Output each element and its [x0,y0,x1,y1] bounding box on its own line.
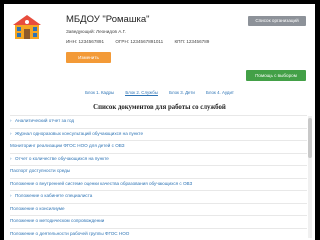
org-list-button[interactable]: Список организаций [248,16,306,26]
document-list: › Аналитический отчет за год › Журнал одно… [10,115,307,240]
document-row[interactable]: Мониторинг реализации ФГОС НОО для детей… [10,140,307,153]
document-row[interactable]: › Отчет о количестве обучающихся на пункт… [10,152,307,166]
kpp-value: КПП: 123456789 [174,39,210,44]
head-info: Заведующий: Леонидов А.Г. [66,29,126,34]
section-title: Список документов для работы со службой [93,104,226,111]
help-button[interactable]: Помощь с выбором [246,70,306,81]
school-building-icon [13,15,41,39]
block-tabs: Блок 1. Кадры Блок 2. Службы Блок 3. Дет… [4,90,315,96]
document-row[interactable]: Положение о деятельности рабочей группы … [10,227,307,240]
document-row[interactable]: › Журнал одноразовых консультаций обучающ… [10,127,307,141]
tab-block-3[interactable]: Блок 3. Дети [169,90,195,95]
tab-block-2[interactable]: Блок 2. Службы [125,90,158,96]
change-button[interactable]: Изменить [66,52,111,63]
org-requisites: ИНН: 1234567891 ОГРН: 1234567891011 КПП:… [66,39,219,44]
scrollbar-thumb[interactable] [308,118,312,158]
org-name: МБДОУ "Ромашка" [66,14,150,25]
document-row[interactable]: › Положение о кабинете специалиста [10,190,307,203]
document-row[interactable]: Положение о консилиуме [10,202,307,216]
document-row[interactable]: Паспорт доступности среды [10,165,307,178]
document-row[interactable]: Положение о методическом сопровождении [10,215,307,228]
tab-block-4[interactable]: Блок 4. Аудит [206,90,234,95]
document-row[interactable]: › Аналитический отчет за год [10,115,307,128]
main-panel: МБДОУ "Ромашка" Заведующий: Леонидов А.Г… [4,4,315,240]
document-row[interactable]: Положение о внутренней системе оценки ка… [10,177,307,191]
inn-value: ИНН: 1234567891 [66,39,105,44]
list-scrollbar[interactable] [308,116,312,238]
tab-block-1[interactable]: Блок 1. Кадры [85,90,114,95]
ogrn-value: ОГРН: 1234567891011 [115,39,164,44]
